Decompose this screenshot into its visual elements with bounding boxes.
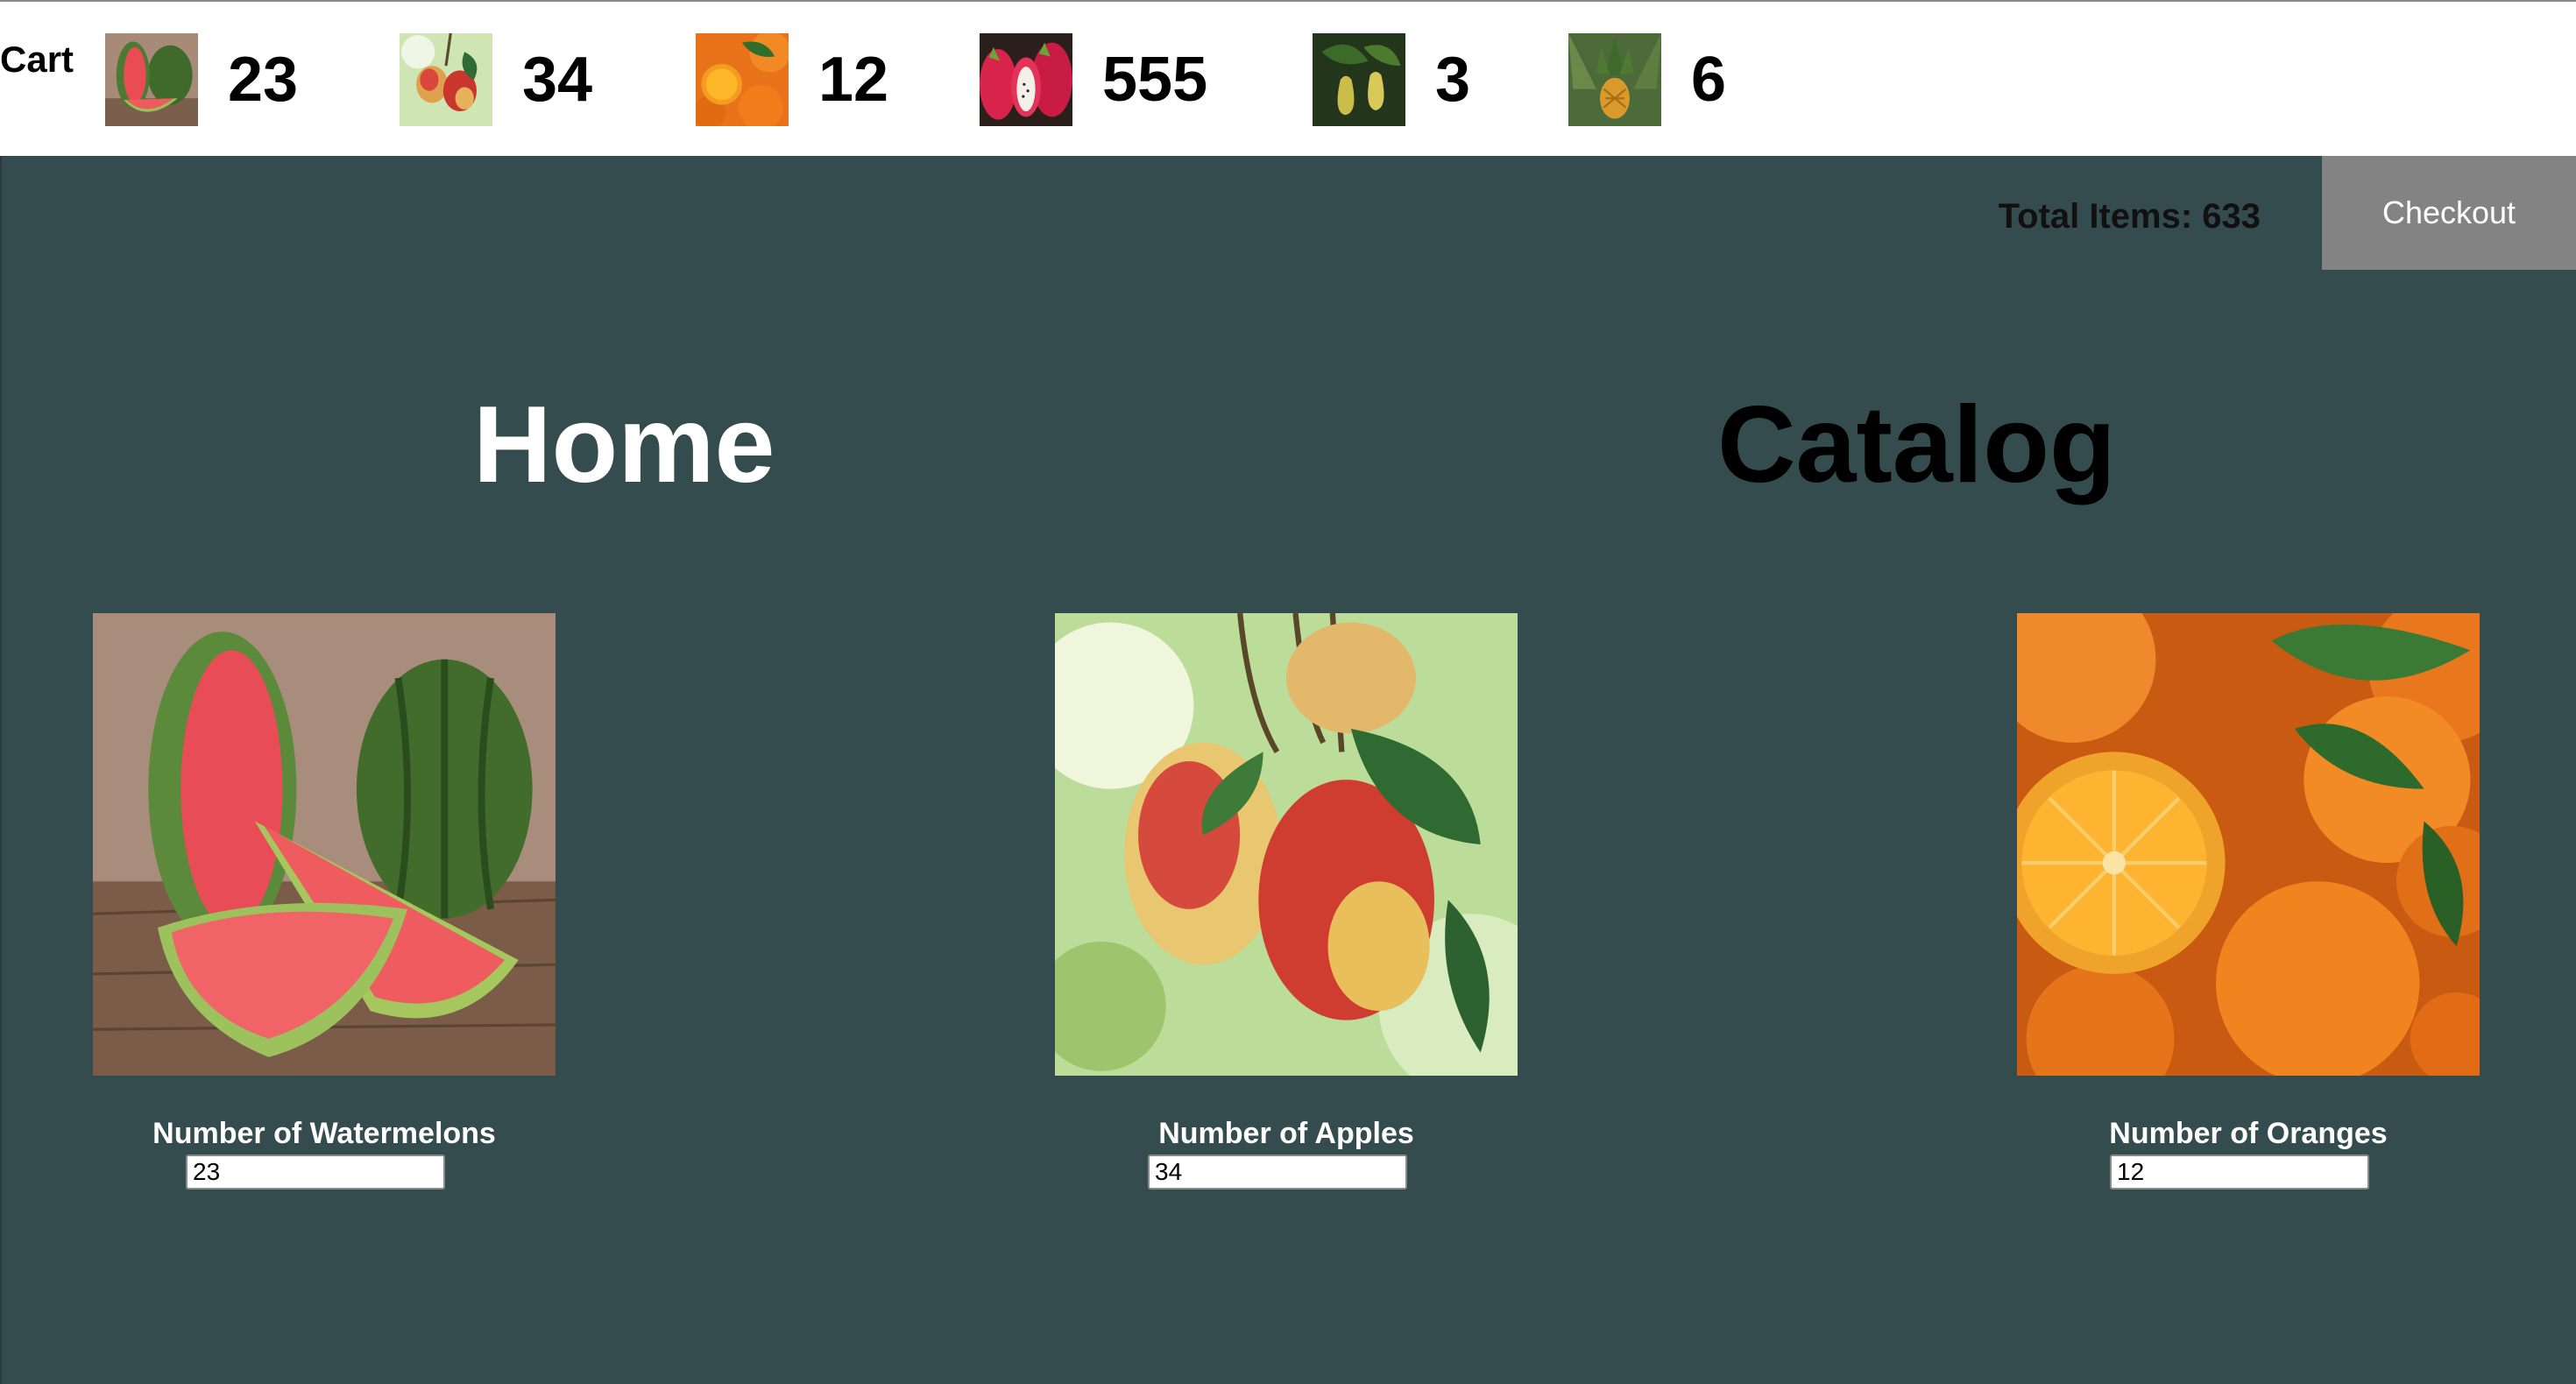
product-apple: Number of Apples	[1055, 613, 1518, 1190]
product-watermelon: Number of Watermelons	[93, 613, 556, 1190]
main-panel: Total Items: 633 Checkout Home Catalog N…	[0, 156, 2576, 1384]
nav-catalog-link[interactable]: Catalog	[1717, 384, 2116, 506]
cart-count-dragonfruit: 555	[1102, 45, 1208, 115]
pineapple-thumbnail	[1568, 33, 1661, 126]
cart-count-orange: 12	[818, 45, 889, 115]
cart-count-apple: 34	[522, 45, 593, 115]
apple-count-label: Number of Apples	[1158, 1117, 1414, 1150]
orange-photo	[2017, 613, 2480, 1076]
watermelon-photo	[93, 613, 556, 1076]
apple-count-input[interactable]	[1148, 1155, 1407, 1190]
watermelon-count-input[interactable]	[186, 1155, 445, 1190]
product-orange: Number of Oranges	[2017, 613, 2480, 1190]
cart-label: Cart	[0, 39, 74, 80]
cart-count-pear: 3	[1435, 45, 1471, 115]
orange-count-label: Number of Oranges	[2109, 1117, 2388, 1150]
checkout-button[interactable]: Checkout	[2322, 156, 2576, 270]
nav-home-link[interactable]: Home	[473, 384, 775, 506]
orange-count-input[interactable]	[2110, 1155, 2369, 1190]
total-items: Total Items: 633	[1998, 197, 2261, 236]
cart-bar: Cart 23 34 12 555 3 6	[0, 0, 2576, 156]
watermelon-count-label: Number of Watermelons	[152, 1117, 496, 1150]
apple-photo	[1055, 613, 1518, 1076]
apple-thumbnail	[400, 33, 492, 126]
orange-thumbnail	[696, 33, 789, 126]
cart-count-pineapple: 6	[1691, 45, 1727, 115]
watermelon-thumbnail	[105, 33, 198, 126]
dragonfruit-thumbnail	[980, 33, 1072, 126]
cart-count-watermelon: 23	[228, 45, 299, 115]
pear-thumbnail	[1313, 33, 1405, 126]
